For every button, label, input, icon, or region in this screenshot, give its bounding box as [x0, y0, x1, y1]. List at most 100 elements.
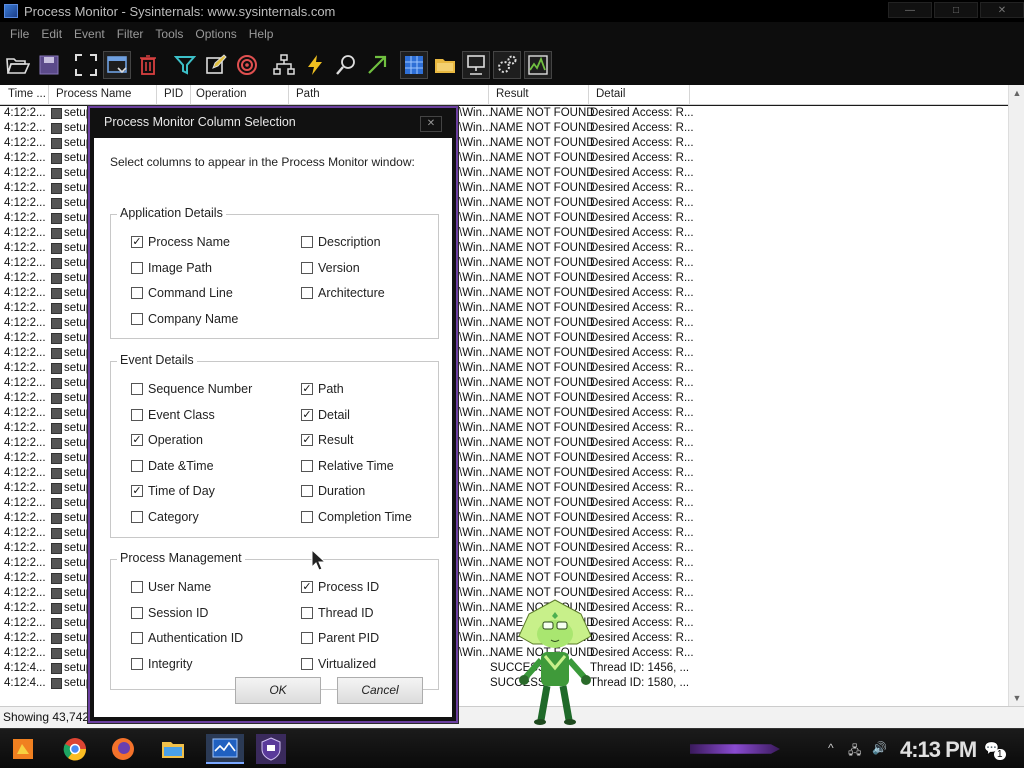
checkbox-completion-time[interactable]: Completion Time	[301, 510, 412, 524]
checkbox-unchecked-icon[interactable]	[131, 632, 143, 644]
process-thread-icon[interactable]	[493, 51, 521, 79]
column-process-name[interactable]: Process Name	[56, 88, 156, 100]
checkbox-unchecked-icon[interactable]	[301, 287, 313, 299]
checkbox-unchecked-icon[interactable]	[131, 657, 143, 670]
shield-app-icon[interactable]	[256, 734, 286, 764]
checkbox-unchecked-icon[interactable]	[301, 510, 313, 523]
save-icon[interactable]	[35, 51, 63, 79]
checkbox-virtualized[interactable]: Virtualized	[301, 657, 376, 671]
checkbox-unchecked-icon[interactable]	[131, 581, 143, 593]
clock[interactable]: 4:13 PM	[900, 737, 977, 763]
maximize-button[interactable]: □	[934, 2, 978, 18]
checkbox-unchecked-icon[interactable]	[301, 261, 313, 274]
column-path[interactable]: Path	[296, 88, 486, 100]
checkbox-date-time[interactable]: Date &Time	[131, 459, 214, 473]
network-icon[interactable]	[462, 51, 490, 79]
column-time[interactable]: Time ...	[8, 88, 48, 100]
chrome-icon[interactable]	[60, 734, 90, 764]
checkbox-command-line[interactable]: Command Line	[131, 286, 233, 300]
jump-icon[interactable]	[363, 51, 391, 79]
network-tray-icon[interactable]: 🖧	[848, 741, 861, 762]
menu-help[interactable]: Help	[243, 27, 280, 41]
process-tree-icon[interactable]	[270, 51, 298, 79]
checkbox-architecture[interactable]: Architecture	[301, 286, 385, 300]
checkbox-parent-pid[interactable]: Parent PID	[301, 631, 379, 645]
checkbox-category[interactable]: Category	[131, 510, 199, 524]
checkbox-unchecked-icon[interactable]	[131, 261, 143, 274]
menu-edit[interactable]: Edit	[35, 27, 68, 41]
file-explorer-icon[interactable]	[158, 734, 188, 764]
checkbox-integrity[interactable]: Integrity	[131, 657, 192, 671]
checkbox-checked-icon[interactable]: ✓	[301, 581, 313, 593]
registry-icon[interactable]	[400, 51, 428, 79]
checkbox-session-id[interactable]: Session ID	[131, 606, 208, 620]
open-icon[interactable]	[4, 51, 32, 79]
checkbox-thread-id[interactable]: Thread ID	[301, 606, 374, 620]
filesystem-icon[interactable]	[431, 51, 459, 79]
tray-chevron-icon[interactable]: ^	[828, 741, 834, 755]
checkbox-event-class[interactable]: Event Class	[131, 408, 215, 422]
checkbox-duration[interactable]: Duration	[301, 484, 365, 498]
filter-icon[interactable]	[171, 51, 199, 79]
checkbox-checked-icon[interactable]: ✓	[301, 408, 313, 421]
start-icon[interactable]	[8, 734, 38, 764]
checkbox-sequence-number[interactable]: Sequence Number	[131, 382, 252, 396]
find-icon[interactable]	[332, 51, 360, 79]
checkbox-version[interactable]: Version	[301, 261, 360, 275]
checkbox-unchecked-icon[interactable]	[131, 383, 143, 395]
checkbox-checked-icon[interactable]: ✓	[131, 434, 143, 446]
dialog-close-button[interactable]: ✕	[420, 116, 442, 132]
checkbox-result[interactable]: ✓ Result	[301, 433, 353, 447]
checkbox-unchecked-icon[interactable]	[131, 408, 143, 421]
column-detail[interactable]: Detail	[596, 88, 686, 100]
checkbox-unchecked-icon[interactable]	[301, 606, 313, 619]
scroll-down-icon[interactable]: ▼	[1009, 690, 1024, 706]
checkbox-path[interactable]: ✓ Path	[301, 382, 344, 396]
checkbox-detail[interactable]: ✓ Detail	[301, 408, 350, 422]
checkbox-process-id[interactable]: ✓ Process ID	[301, 580, 379, 594]
scroll-up-icon[interactable]: ▲	[1009, 85, 1024, 101]
checkbox-operation[interactable]: ✓ Operation	[131, 433, 203, 447]
target-icon[interactable]	[233, 51, 261, 79]
clear-icon[interactable]	[134, 51, 162, 79]
firefox-icon[interactable]	[108, 734, 138, 764]
checkbox-authentication-id[interactable]: Authentication ID	[131, 631, 243, 645]
cancel-button[interactable]: Cancel	[337, 677, 423, 704]
process-monitor-icon[interactable]	[206, 734, 244, 764]
checkbox-unchecked-icon[interactable]	[131, 287, 143, 299]
checkbox-unchecked-icon[interactable]	[301, 485, 313, 497]
checkbox-image-path[interactable]: Image Path	[131, 261, 212, 275]
vertical-scrollbar[interactable]: ▲ ▼	[1008, 85, 1024, 706]
menu-filter[interactable]: Filter	[111, 27, 150, 41]
close-button[interactable]: ✕	[980, 2, 1024, 18]
capture-icon[interactable]	[103, 51, 131, 79]
minimize-button[interactable]: —	[888, 2, 932, 18]
checkbox-user-name[interactable]: User Name	[131, 580, 211, 594]
checkbox-unchecked-icon[interactable]	[131, 510, 143, 523]
column-result[interactable]: Result	[496, 88, 586, 100]
menu-file[interactable]: File	[4, 27, 35, 41]
checkbox-checked-icon[interactable]: ✓	[131, 485, 143, 497]
autoscroll-icon[interactable]	[72, 51, 100, 79]
checkbox-time-of-day[interactable]: ✓ Time of Day	[131, 484, 215, 498]
checkbox-unchecked-icon[interactable]	[301, 657, 313, 670]
highlight-icon[interactable]	[202, 51, 230, 79]
menu-event[interactable]: Event	[68, 27, 111, 41]
checkbox-company-name[interactable]: Company Name	[131, 312, 238, 326]
checkbox-process-name[interactable]: ✓ Process Name	[131, 235, 230, 249]
checkbox-description[interactable]: Description	[301, 235, 381, 249]
checkbox-checked-icon[interactable]: ✓	[131, 236, 143, 248]
menu-tools[interactable]: Tools	[149, 27, 189, 41]
column-operation[interactable]: Operation	[196, 88, 286, 100]
profiling-icon[interactable]	[524, 51, 552, 79]
checkbox-unchecked-icon[interactable]	[131, 606, 143, 619]
checkbox-unchecked-icon[interactable]	[301, 236, 313, 248]
menu-options[interactable]: Options	[189, 27, 242, 41]
event-icon[interactable]	[301, 51, 329, 79]
volume-icon[interactable]: 🔊	[872, 741, 887, 755]
ok-button[interactable]: OK	[235, 677, 321, 704]
checkbox-relative-time[interactable]: Relative Time	[301, 459, 394, 473]
checkbox-checked-icon[interactable]: ✓	[301, 383, 313, 395]
checkbox-unchecked-icon[interactable]	[301, 459, 313, 472]
checkbox-unchecked-icon[interactable]	[131, 312, 143, 325]
